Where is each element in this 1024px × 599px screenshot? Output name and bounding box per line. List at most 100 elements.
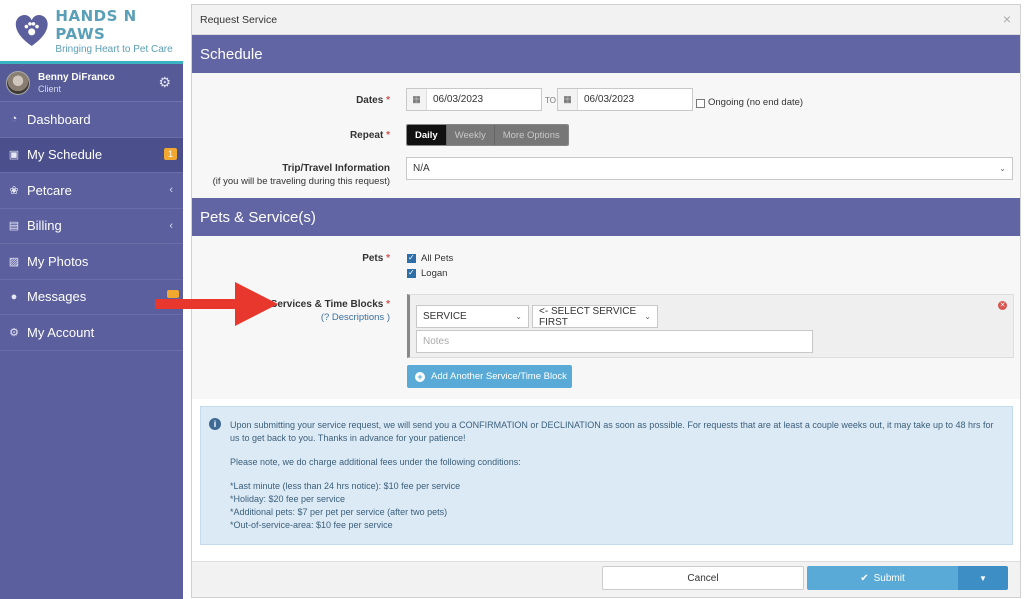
modal-header: Request Service ×	[192, 5, 1020, 35]
request-service-modal: Request Service × Schedule Dates * ▦ 06/…	[191, 4, 1021, 598]
notes-input[interactable]: Notes	[416, 330, 813, 353]
info-paragraph: Please note, we do charge additional fee…	[230, 457, 521, 467]
pets-label-text: Pets	[362, 253, 384, 264]
ongoing-checkbox[interactable]	[696, 99, 705, 108]
chevron-left-icon: ‹	[169, 219, 173, 232]
user-panel: Benny DiFranco Client ⚙	[0, 64, 183, 102]
pets-label: Pets *	[362, 253, 390, 264]
logan-label: Logan	[421, 268, 448, 279]
submit-dropdown-toggle[interactable]: ▼	[958, 566, 1008, 590]
gear-icon[interactable]: ⚙	[158, 74, 171, 91]
dates-label: Dates *	[356, 95, 390, 106]
required-marker: *	[386, 299, 390, 310]
plus-circle-icon: +	[415, 371, 425, 382]
repeat-toggle-group: Daily Weekly More Options	[406, 124, 569, 146]
chat-icon: ●	[10, 290, 18, 303]
required-marker: *	[386, 253, 390, 264]
sidebar-item-label: Billing	[27, 218, 62, 234]
sidebar-item-label: My Photos	[27, 253, 89, 269]
cancel-button[interactable]: Cancel	[602, 566, 804, 590]
sidebar-item-label: My Schedule	[27, 147, 103, 163]
fee-line: *Additional pets: $7 per pet per service…	[230, 507, 448, 517]
user-role: Client	[38, 83, 62, 94]
sidebar-item-label: My Account	[27, 324, 95, 340]
paw-icon: ❀	[9, 184, 19, 197]
date-range-separator: TO	[545, 96, 556, 105]
submit-button[interactable]: ✔ Submit	[807, 566, 958, 590]
caret-down-icon: ▼	[979, 573, 987, 583]
brand-tagline: Bringing Heart to Pet Care	[55, 43, 173, 55]
end-date-value: 06/03/2023	[584, 94, 635, 105]
chevron-down-icon: ⌄	[644, 312, 651, 321]
trip-select-value: N/A	[413, 163, 430, 174]
document-icon: ▤	[8, 220, 20, 233]
avatar[interactable]	[6, 70, 30, 95]
sidebar-item-my-schedule[interactable]: ▣ My Schedule 1	[0, 137, 183, 173]
repeat-daily-button[interactable]: Daily	[407, 125, 446, 145]
chevron-down-icon: ⌄	[999, 164, 1006, 173]
repeat-label: Repeat *	[350, 130, 390, 141]
calendar-icon[interactable]: ▦	[407, 89, 427, 110]
all-pets-label: All Pets	[421, 253, 454, 264]
modal-title: Request Service	[200, 13, 278, 26]
trip-sublabel: (if you will be traveling during this re…	[212, 176, 390, 187]
link-close-paren: )	[386, 312, 390, 323]
trip-label: Trip/Travel Information	[282, 163, 390, 174]
pets-services-section: Pets * All Pets Logan Services & Time Bl…	[192, 236, 1020, 399]
chevron-down-icon: ⌄	[515, 312, 522, 321]
all-pets-checkbox[interactable]	[407, 253, 416, 263]
modal-footer: Cancel ✔ Submit ▼	[192, 561, 1020, 597]
time-block-select[interactable]: <- SELECT SERVICE FIRST ⌄	[532, 305, 658, 328]
end-date-field[interactable]: ▦ 06/03/2023	[557, 88, 693, 111]
sidebar-item-label: Petcare	[27, 182, 72, 198]
info-paragraph: Upon submitting your service request, we…	[230, 420, 994, 443]
schedule-section: Dates * ▦ 06/03/2023 TO ▦ 06/03/2023 Ong…	[192, 73, 1020, 198]
calendar-icon[interactable]: ▦	[558, 89, 578, 110]
required-marker: *	[386, 130, 390, 141]
start-date-value: 06/03/2023	[433, 94, 484, 105]
trip-select[interactable]: N/A ⌄	[406, 157, 1013, 180]
logan-checkbox[interactable]	[407, 268, 416, 278]
service-select[interactable]: SERVICE ⌄	[416, 305, 529, 328]
brand-title: HANDS N PAWS	[55, 6, 137, 43]
fee-line: *Out-of-service-area: $10 fee per servic…	[230, 520, 393, 530]
descriptions-link-text: Descriptions	[331, 312, 385, 323]
service-block: SERVICE ⌄ <- SELECT SERVICE FIRST ⌄ Note…	[407, 294, 1014, 358]
chevron-left-icon: ‹	[169, 184, 173, 197]
question-circle-icon: (?	[320, 312, 330, 323]
ongoing-label: Ongoing (no end date)	[708, 97, 804, 108]
sidebar-item-petcare[interactable]: ❀ Petcare ‹	[0, 173, 183, 209]
fee-line: *Last minute (less than 24 hrs notice): …	[230, 481, 461, 491]
add-service-label: Add Another Service/Time Block	[431, 371, 567, 382]
time-block-select-value: <- SELECT SERVICE FIRST	[539, 305, 637, 328]
repeat-more-options-button[interactable]: More Options	[493, 125, 568, 145]
required-marker: *	[386, 95, 390, 106]
service-select-value: SERVICE	[423, 311, 467, 322]
add-service-button[interactable]: + Add Another Service/Time Block	[407, 365, 572, 388]
sidebar-item-billing[interactable]: ▤ Billing ‹	[0, 209, 183, 244]
calendar-icon: ▣	[8, 149, 20, 162]
repeat-weekly-button[interactable]: Weekly	[445, 125, 494, 145]
logo[interactable]: HANDS N PAWS Bringing Heart to Pet Care	[0, 0, 183, 64]
pets-services-heading: Pets & Service(s)	[192, 198, 1020, 236]
red-arrow-icon	[155, 282, 278, 326]
user-name: Benny DiFranco	[38, 71, 115, 83]
close-icon[interactable]: ×	[1003, 11, 1011, 27]
dates-label-text: Dates	[356, 95, 384, 106]
repeat-label-text: Repeat	[349, 130, 384, 141]
services-label-text: Services & Time Blocks	[270, 299, 384, 310]
services-label: Services & Time Blocks *	[271, 299, 390, 310]
start-date-field[interactable]: ▦ 06/03/2023	[406, 88, 542, 111]
sidebar-item-dashboard[interactable]: ◔ Dashboard	[0, 102, 183, 138]
info-alert: i Upon submitting your service request, …	[200, 406, 1013, 545]
schedule-count-badge: 1	[163, 147, 177, 160]
gears-icon: ⚙	[9, 326, 19, 339]
descriptions-link[interactable]: (? Descriptions )	[321, 312, 390, 323]
photo-icon: ▨	[8, 255, 20, 268]
sidebar-item-my-photos[interactable]: ▨ My Photos	[0, 244, 183, 280]
info-icon: i	[209, 418, 221, 430]
sidebar-item-label: Messages	[27, 289, 87, 305]
remove-circle-icon[interactable]: ✕	[998, 301, 1007, 310]
fee-line: *Holiday: $20 fee per service	[230, 494, 346, 504]
schedule-heading: Schedule	[192, 35, 1020, 73]
